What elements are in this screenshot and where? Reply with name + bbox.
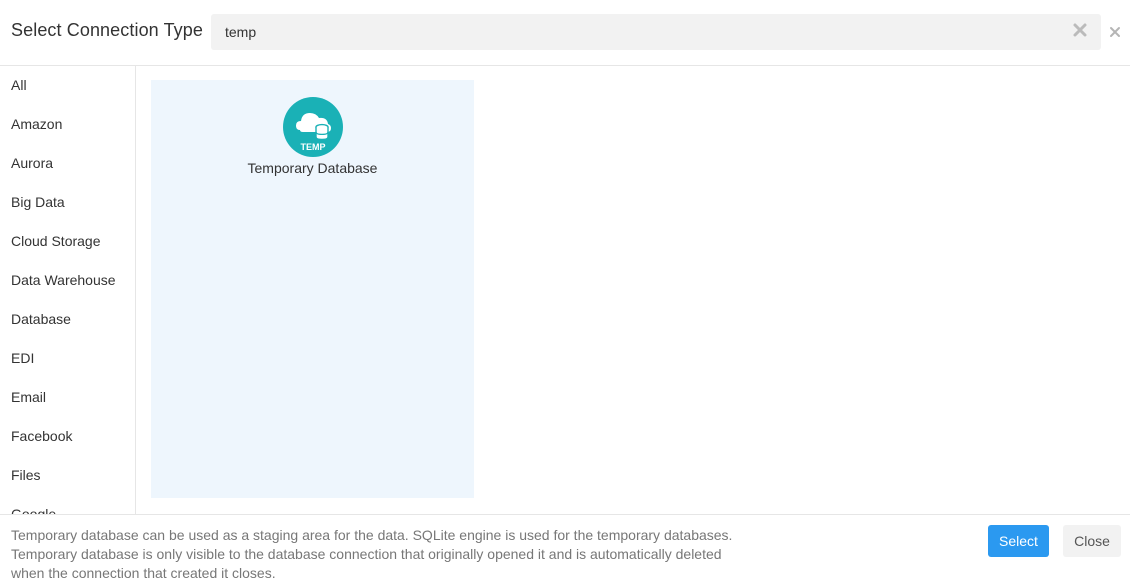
description-line: when the connection that created it clos…: [11, 565, 276, 581]
category-sidebar: All Amazon Aurora Big Data Cloud Storage…: [0, 66, 136, 514]
clear-icon[interactable]: [1072, 22, 1088, 38]
sidebar-item-aurora[interactable]: Aurora: [11, 155, 53, 171]
sidebar-item-big-data[interactable]: Big Data: [11, 194, 65, 210]
sidebar-item-files[interactable]: Files: [11, 467, 41, 483]
results-panel: TEMP Temporary Database: [136, 66, 1130, 514]
sidebar-item-all[interactable]: All: [11, 77, 27, 93]
sidebar-item-data-warehouse[interactable]: Data Warehouse: [11, 272, 116, 288]
sidebar-item-facebook[interactable]: Facebook: [11, 428, 72, 444]
close-icon[interactable]: [1108, 25, 1122, 39]
search-input[interactable]: [211, 14, 1061, 50]
search-box: [211, 14, 1101, 50]
description-line: Temporary database is only visible to th…: [11, 546, 722, 562]
close-button[interactable]: Close: [1063, 525, 1121, 557]
dialog-header: Select Connection Type: [0, 0, 1130, 66]
temp-cloud-database-icon: TEMP: [283, 97, 343, 157]
connection-card-temporary-database[interactable]: TEMP Temporary Database: [151, 80, 474, 498]
dialog-footer: Temporary database can be used as a stag…: [0, 514, 1130, 586]
temp-badge: TEMP: [300, 142, 325, 152]
sidebar-item-cloud-storage[interactable]: Cloud Storage: [11, 233, 101, 249]
dialog-title: Select Connection Type: [11, 20, 203, 40]
connection-card-label: Temporary Database: [247, 160, 378, 176]
sidebar-item-amazon[interactable]: Amazon: [11, 116, 62, 132]
select-button[interactable]: Select: [988, 525, 1049, 557]
description-line: Temporary database can be used as a stag…: [11, 527, 733, 543]
sidebar-item-edi[interactable]: EDI: [11, 350, 34, 366]
connection-description: Temporary database can be used as a stag…: [11, 526, 733, 583]
sidebar-item-email[interactable]: Email: [11, 389, 46, 405]
sidebar-item-database[interactable]: Database: [11, 311, 71, 327]
sidebar-item-google[interactable]: Google: [11, 506, 56, 514]
